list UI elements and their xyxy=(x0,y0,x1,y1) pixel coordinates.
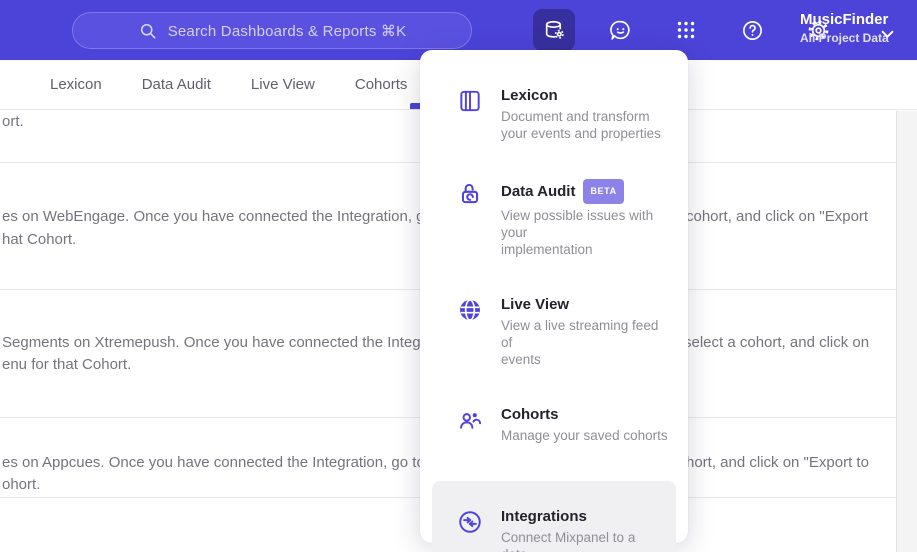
menu-item-text: Data Audit BETA View possible issues with… xyxy=(501,179,670,258)
chevron-down-icon xyxy=(881,30,894,38)
tab-cohorts[interactable]: Cohorts xyxy=(355,76,408,93)
tab-live-view[interactable]: Live View xyxy=(251,76,315,93)
cohorts-people-icon xyxy=(460,413,482,429)
row-text: es on WebEngage. Once you have connected… xyxy=(2,208,475,225)
menu-item-description: View a live streaming feed of events xyxy=(501,318,659,367)
row-text: ort. xyxy=(2,113,24,130)
row-text: Segments on Xtremepush. Once you have co… xyxy=(2,334,463,351)
apps-grid-button[interactable] xyxy=(665,9,707,51)
menu-item-title: Cohorts xyxy=(501,406,559,423)
row-text: hat Cohort. xyxy=(2,231,77,248)
menu-item-text: Live View View a live streaming feed of … xyxy=(501,295,670,368)
menu-item-description: Connect Mixpanel to a data pipeline or c… xyxy=(501,530,636,552)
feedback-face-icon xyxy=(609,20,630,40)
menu-item-title: Integrations xyxy=(501,508,587,525)
project-switcher-caret[interactable] xyxy=(881,26,894,44)
menu-item-text: Integrations Connect Mixpanel to a data … xyxy=(501,507,658,552)
database-gear-icon xyxy=(545,20,564,39)
help-button[interactable] xyxy=(731,9,773,51)
menu-item-live-view[interactable]: Live View View a live streaming feed of … xyxy=(420,295,688,368)
row-text: ohort. xyxy=(2,476,41,493)
menu-item-cohorts[interactable]: Cohorts Manage your saved cohorts xyxy=(420,405,688,444)
data-audit-lock-icon xyxy=(461,183,479,204)
menu-item-integrations[interactable]: Integrations Connect Mixpanel to a data … xyxy=(432,481,676,552)
tab-lexicon[interactable]: Lexicon xyxy=(50,76,102,93)
menu-item-title: Live View xyxy=(501,296,570,313)
menu-item-text: Lexicon Document and transform your even… xyxy=(501,86,661,142)
search-icon xyxy=(140,23,156,38)
menu-item-text: Cohorts Manage your saved cohorts xyxy=(501,405,668,444)
integrations-sync-icon xyxy=(459,511,481,533)
data-management-button[interactable] xyxy=(533,9,575,51)
row-text: hort, and click on "Export to xyxy=(686,454,869,471)
apps-grid-icon xyxy=(677,21,695,39)
menu-item-data-audit[interactable]: Data Audit BETA View possible issues with… xyxy=(420,179,688,258)
search-placeholder: Search Dashboards & Reports ⌘K xyxy=(167,22,407,40)
lexicon-book-icon xyxy=(460,90,480,112)
page-right-gutter xyxy=(896,111,917,552)
data-management-dropdown: Lexicon Document and transform your even… xyxy=(420,50,688,552)
feedback-button[interactable] xyxy=(599,9,641,51)
row-text: enu for that Cohort. xyxy=(2,356,132,373)
menu-item-title: Lexicon xyxy=(501,87,558,104)
row-text: es on Appcues. Once you have connected t… xyxy=(2,454,467,471)
row-text: cohort, and click on "Export xyxy=(686,208,869,225)
help-icon xyxy=(742,20,762,40)
tab-data-audit[interactable]: Data Audit xyxy=(142,76,211,93)
menu-item-lexicon[interactable]: Lexicon Document and transform your even… xyxy=(420,86,688,142)
row-text: select a cohort, and click on xyxy=(684,334,870,351)
menu-item-description: Document and transform your events and p… xyxy=(501,109,661,141)
search-input[interactable]: Search Dashboards & Reports ⌘K xyxy=(72,12,472,49)
menu-item-description: View possible issues with your implement… xyxy=(501,208,654,257)
app-window: Search Dashboards & Reports ⌘K MusicFind… xyxy=(0,0,917,552)
beta-badge: BETA xyxy=(583,179,624,204)
live-view-globe-icon xyxy=(460,299,480,321)
menu-item-title: Data Audit BETA xyxy=(501,179,670,204)
menu-item-description: Manage your saved cohorts xyxy=(501,428,668,443)
